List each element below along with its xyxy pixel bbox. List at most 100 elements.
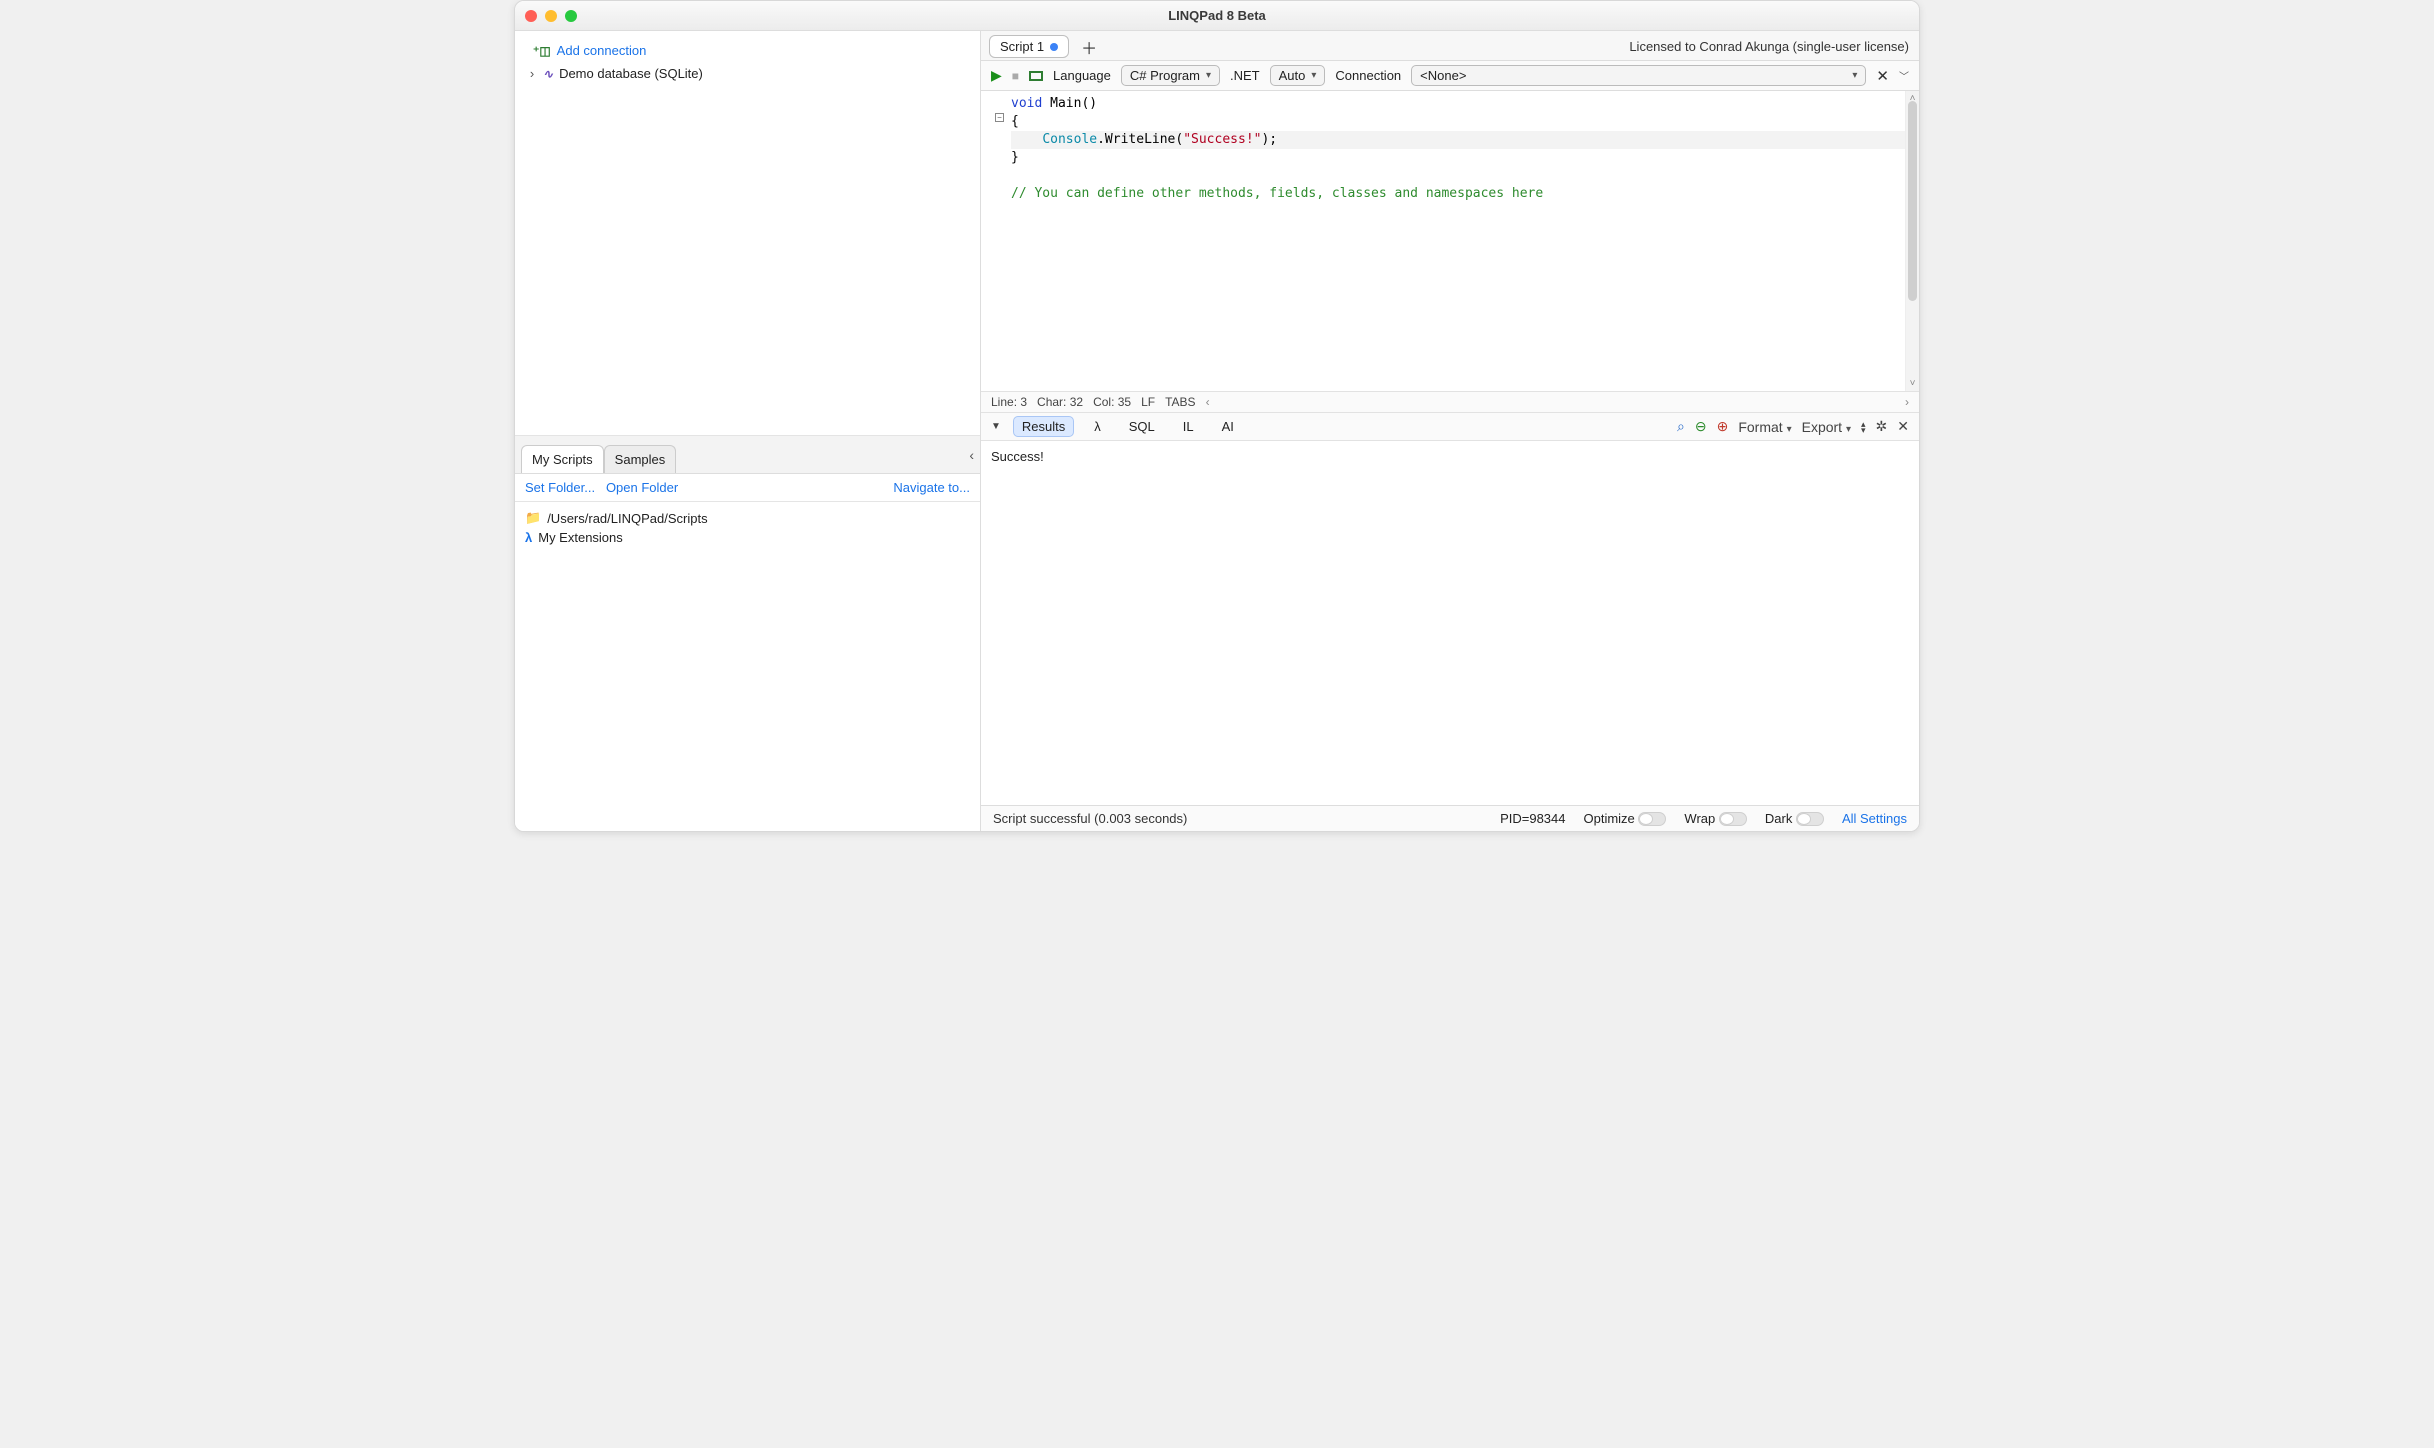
license-text: Licensed to Conrad Akunga (single-user l… [1629,39,1909,54]
add-connection-link[interactable]: ⁺◫ Add connection [533,43,968,58]
code-text: .WriteLine( [1097,132,1183,147]
close-window-icon[interactable] [525,10,537,22]
net-value: Auto [1279,68,1306,83]
scripts-tabbar: My Scripts Samples ‹ [515,441,980,474]
editor-statusbar: Line: 3 Char: 32 Col: 35 LF TABS ‹ › [981,391,1919,413]
results-tab-sql[interactable]: SQL [1121,417,1163,436]
chevron-right-icon[interactable]: › [527,66,537,81]
navigate-to-link[interactable]: Navigate to... [893,480,970,495]
all-settings-link[interactable]: All Settings [1842,811,1907,826]
nav-back-icon[interactable]: ‹ [1206,395,1210,409]
collapse-panel-icon[interactable]: ‹ [969,447,974,463]
document-tabbar: Script 1 ＋ Licensed to Conrad Akunga (si… [981,31,1919,61]
app-window: LINQPad 8 Beta ⁺◫ Add connection › ∿ Dem… [514,0,1920,832]
document-tab[interactable]: Script 1 [989,35,1069,58]
tab-my-scripts[interactable]: My Scripts [521,445,604,473]
code-text: } [1011,150,1019,165]
net-select[interactable]: Auto ▾ [1270,65,1326,86]
connection-select[interactable]: <None> ▾ [1411,65,1866,86]
zoom-out-icon[interactable]: ⊖ [1695,418,1707,435]
status-char: Char: 32 [1037,395,1083,409]
status-line: Line: 3 [991,395,1027,409]
stop-button[interactable]: ■ [1012,69,1019,83]
language-label: Language [1053,68,1111,83]
open-folder-link[interactable]: Open Folder [606,480,678,495]
connections-panel: ⁺◫ Add connection › ∿ Demo database (SQL… [515,31,980,435]
optimize-toggle[interactable]: Optimize [1584,811,1667,827]
status-col: Col: 35 [1093,395,1131,409]
connection-tree-item[interactable]: › ∿ Demo database (SQLite) [525,64,970,83]
code-string: "Success!" [1183,132,1261,147]
chevron-down-icon[interactable]: ﹀ [1899,68,1909,83]
connection-label: Connection [1335,68,1401,83]
results-tab-il[interactable]: IL [1175,417,1202,436]
code-comment: // You can define other methods, fields,… [1011,186,1543,201]
collapse-results-icon[interactable]: ▼ [991,421,1001,432]
folder-icon: 📁 [525,510,541,526]
scroll-thumb[interactable] [1908,101,1917,301]
pid-label: PID=98344 [1500,811,1565,826]
lambda-icon: λ [525,530,532,545]
scripts-list: 📁 /Users/rad/LINQPad/Scripts λ My Extens… [515,502,980,831]
refresh-icon[interactable]: ✲ [1876,418,1888,435]
results-tab-results[interactable]: Results [1013,416,1074,437]
code-text: Main() [1042,96,1097,111]
window-title: LINQPad 8 Beta [1168,8,1266,23]
window-controls [525,10,577,22]
right-panel: Script 1 ＋ Licensed to Conrad Akunga (si… [981,31,1919,831]
tab-samples[interactable]: Samples [604,445,677,473]
run-button[interactable]: ▶ [991,67,1002,84]
code-type: Console [1042,132,1097,147]
modified-indicator-icon [1050,43,1058,51]
clear-connection-icon[interactable]: ✕ [1876,67,1889,85]
nav-forward-icon[interactable]: › [1905,395,1909,409]
database-icon: ∿ [543,67,553,81]
main-body: ⁺◫ Add connection › ∿ Demo database (SQL… [515,31,1919,831]
titlebar: LINQPad 8 Beta [515,1,1919,31]
list-item[interactable]: λ My Extensions [525,528,970,547]
connection-label: Demo database (SQLite) [559,66,703,81]
status-eol: LF [1141,395,1155,409]
vertical-scrollbar[interactable]: ˄ ˅ [1905,91,1919,391]
zoom-window-icon[interactable] [565,10,577,22]
net-label: .NET [1230,68,1260,83]
wrap-toggle[interactable]: Wrap [1684,811,1746,827]
add-connection-icon: ⁺◫ [533,44,551,58]
dark-toggle[interactable]: Dark [1765,811,1824,827]
left-panel: ⁺◫ Add connection › ∿ Demo database (SQL… [515,31,981,831]
code-content[interactable]: void Main() { Console.WriteLine("Success… [981,91,1919,207]
code-text: { [1011,114,1019,129]
results-tab-ai[interactable]: AI [1214,417,1242,436]
format-menu[interactable]: Format ▾ [1738,419,1791,435]
add-connection-label: Add connection [557,43,647,58]
results-tab-lambda[interactable]: λ [1086,417,1109,436]
scripts-actions: Set Folder... Open Folder Navigate to... [515,474,980,502]
chevron-down-icon: ▾ [1852,70,1857,81]
minimize-window-icon[interactable] [545,10,557,22]
chevron-down-icon: ▾ [1206,70,1211,81]
query-toolbar: ▶ ■ Language C# Program ▾ .NET Auto ▾ Co… [981,61,1919,91]
output-line: Success! [991,449,1909,464]
new-tab-button[interactable]: ＋ [1077,35,1101,59]
results-toolbar: ▼ Results λ SQL IL AI ⌕ ⊖ ⊕ Format ▾ Exp… [981,413,1919,441]
script-path: /Users/rad/LINQPad/Scripts [547,511,707,526]
zoom-in-icon[interactable]: ⊕ [1717,418,1729,435]
search-icon[interactable]: ⌕ [1677,418,1685,435]
list-item[interactable]: 📁 /Users/rad/LINQPad/Scripts [525,508,970,528]
fold-toggle-icon[interactable]: − [995,113,1004,122]
language-value: C# Program [1130,68,1200,83]
status-message: Script successful (0.003 seconds) [993,811,1187,826]
scroll-down-icon[interactable]: ˅ [1906,378,1919,389]
code-keyword: void [1011,96,1042,111]
results-layout-icon[interactable] [1029,71,1043,81]
code-text: ); [1261,132,1277,147]
footer-statusbar: Script successful (0.003 seconds) PID=98… [981,805,1919,831]
set-folder-link[interactable]: Set Folder... [525,480,595,495]
export-menu[interactable]: Export ▾ [1802,419,1851,435]
chevron-down-icon: ▾ [1311,70,1316,81]
code-editor[interactable]: − void Main() { Console.WriteLine("Succe… [981,91,1919,391]
expand-collapse-icon[interactable]: ▴▾ [1861,421,1866,433]
script-name: My Extensions [538,530,623,545]
close-results-icon[interactable]: ✕ [1897,418,1909,435]
language-select[interactable]: C# Program ▾ [1121,65,1220,86]
